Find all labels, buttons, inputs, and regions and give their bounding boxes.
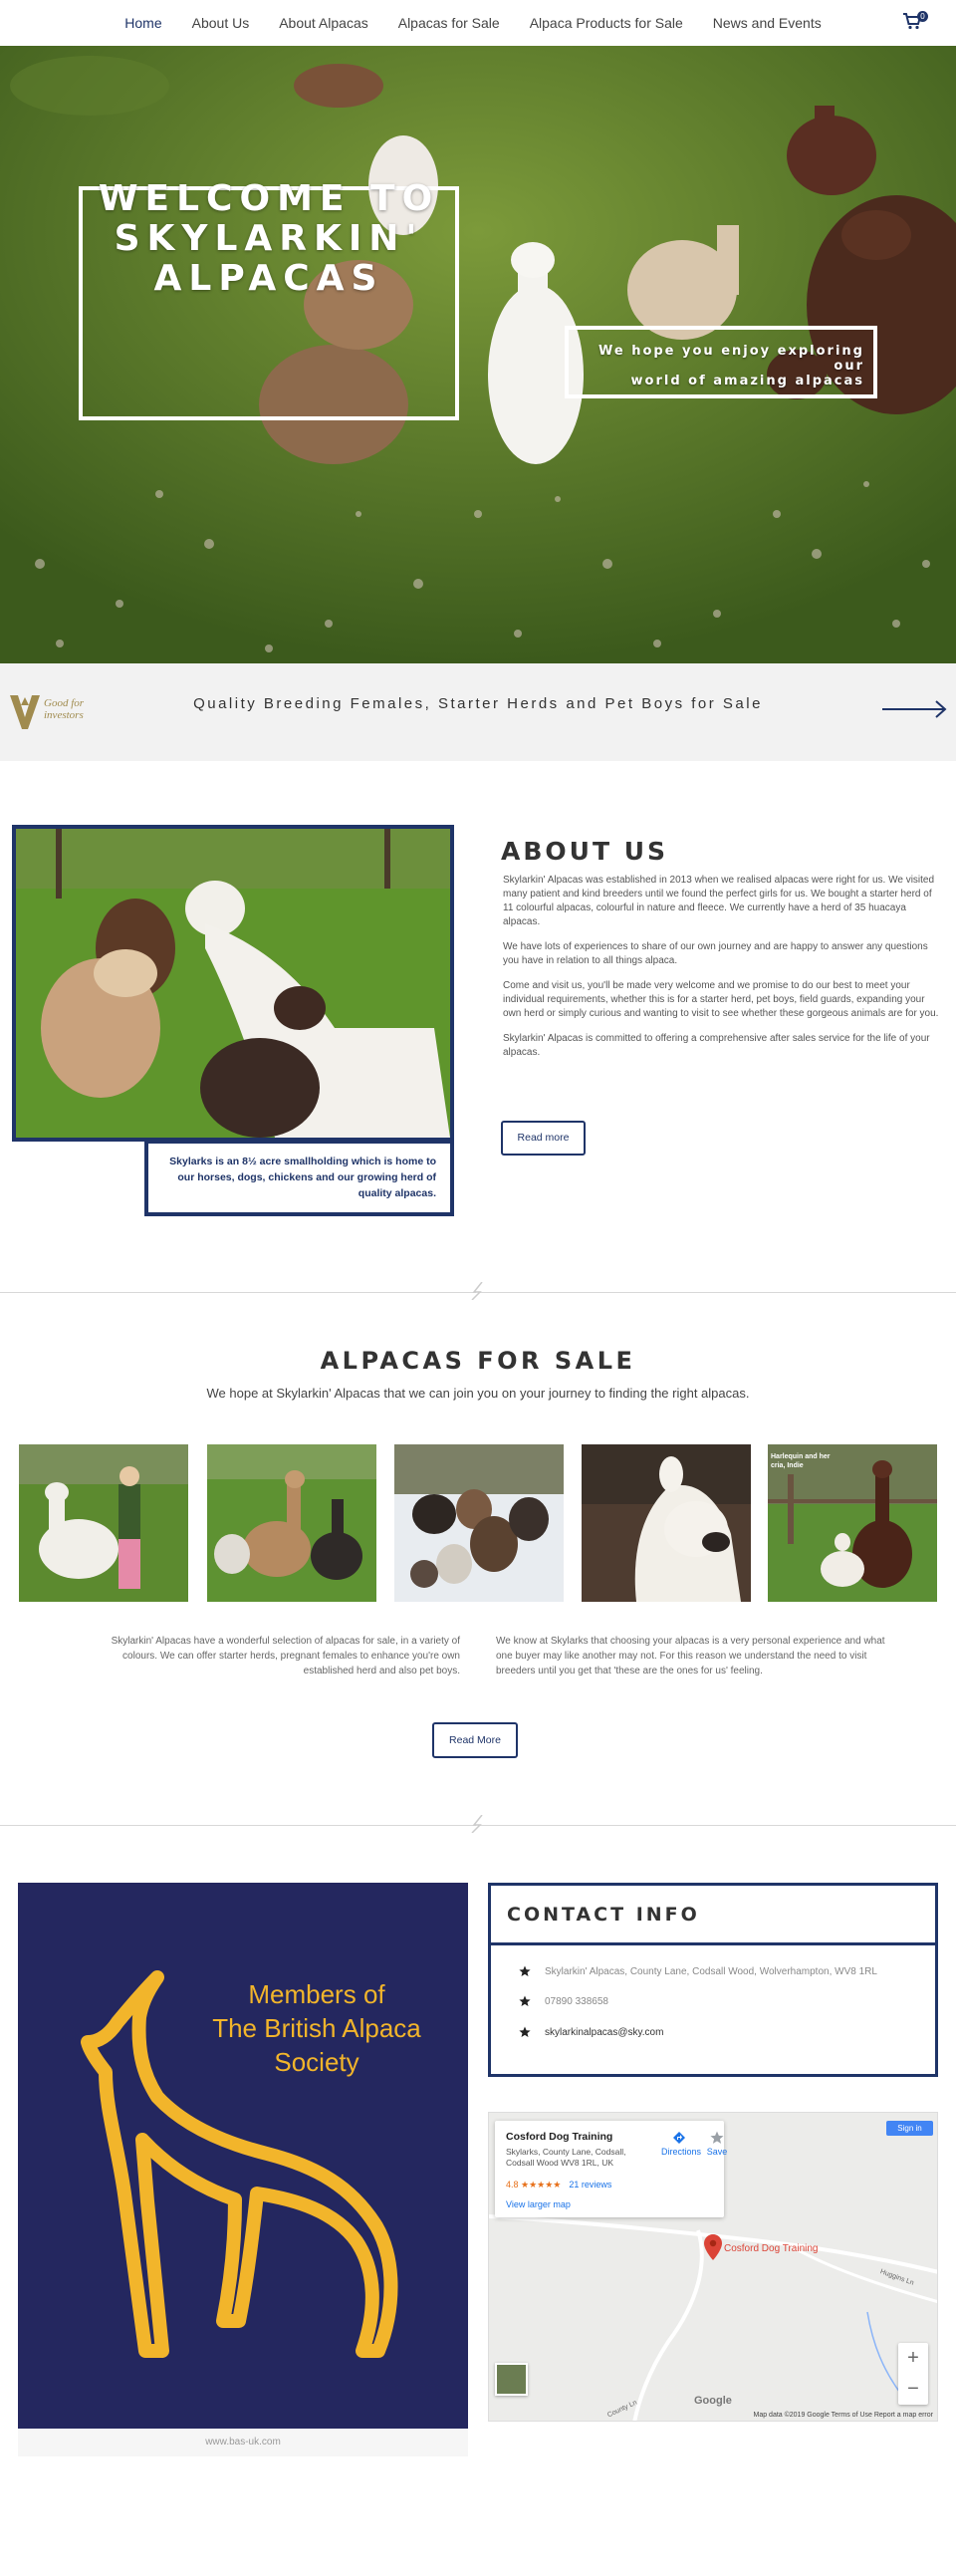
- bas-caption: www.bas-uk.com: [18, 2429, 468, 2456]
- about-body: Skylarkin' Alpacas was established in 20…: [503, 874, 944, 1071]
- about-read-more-button[interactable]: Read more: [501, 1121, 586, 1156]
- contact-phone[interactable]: 07890 338658: [545, 1996, 608, 2007]
- map-place-address: Skylarks, County Lane, Codsall, Codsall …: [506, 2147, 626, 2168]
- map-rating: 4.8 ★★★★★ 21 reviews: [506, 2180, 611, 2190]
- sale-text-right: We know at Skylarks that choosing your a…: [496, 1636, 885, 1676]
- map-rating-stars: 4.8 ★★★★★: [506, 2180, 562, 2190]
- tagline-strip: Good for investors Quality Breeding Fema…: [0, 663, 956, 761]
- sale-thumbnail[interactable]: [394, 1444, 564, 1602]
- arrow-right-icon[interactable]: [882, 699, 948, 719]
- star-icon: [519, 1965, 531, 1976]
- investors-logo-line-1: Good for: [44, 697, 85, 709]
- about-alpacas-photo: [12, 825, 454, 1142]
- divider-mark-icon: [471, 1282, 483, 1300]
- cart-button[interactable]: 0: [902, 11, 928, 34]
- hero-title-line-1: WELCOME TO: [98, 178, 440, 219]
- contact-address-row: Skylarkin' Alpacas, County Lane, Codsall…: [519, 1965, 877, 1977]
- google-logo: Google: [694, 2395, 732, 2407]
- sale-photo-4: [582, 1444, 751, 1602]
- map-signin-button[interactable]: Sign in: [886, 2121, 933, 2136]
- investors-logo: Good for investors: [8, 693, 108, 733]
- sale-thumbnails: Harlequin and her cria, Indie: [19, 1444, 937, 1602]
- sale-photo-1: [19, 1444, 188, 1602]
- investors-logo-text: Good for investors: [44, 697, 84, 721]
- about-title: ABOUT US: [501, 837, 669, 866]
- hero-subtitle-line-2: world of amazing alpacas: [630, 374, 864, 388]
- save-button[interactable]: Save: [705, 2131, 729, 2157]
- nav-links: Home About Us About Alpacas Alpacas for …: [110, 15, 836, 31]
- sale-read-more-button[interactable]: Read More: [432, 1722, 518, 1758]
- map-info-card: Cosford Dog Training Skylarks, County La…: [495, 2121, 727, 2217]
- alpaca-outline-logo: [81, 1970, 398, 2358]
- hero-title-line-2: SKYLARKIN': [114, 218, 424, 259]
- about-paragraph: Skylarkin' Alpacas was established in 20…: [503, 875, 935, 927]
- zoom-in-button[interactable]: +: [898, 2343, 928, 2374]
- directions-icon: [673, 2132, 685, 2144]
- investors-badge-icon: [10, 695, 40, 729]
- star-icon: [519, 2026, 531, 2037]
- nav-home[interactable]: Home: [110, 15, 176, 31]
- bas-text: Members of The British Alpaca Society: [187, 1977, 446, 2079]
- hero-title-line-3: ALPACAS: [153, 258, 384, 299]
- sale-thumbnail[interactable]: [207, 1444, 376, 1602]
- star-outline-icon: [710, 2131, 724, 2144]
- hero-title: WELCOME TO SKYLARKIN' ALPACAS: [79, 179, 459, 299]
- contact-address: Skylarkin' Alpacas, County Lane, Codsall…: [545, 1965, 877, 1977]
- about-photo-image: [16, 829, 450, 1138]
- google-map[interactable]: Cosford Dog Training Skylarks, County La…: [488, 2112, 938, 2422]
- about-paragraph: Come and visit us, you'll be made very w…: [503, 980, 939, 1019]
- cart-count-badge: 0: [917, 11, 928, 22]
- sale-photo-2: [207, 1444, 376, 1602]
- map-place-name: Cosford Dog Training: [506, 2131, 613, 2143]
- nav-alpacas-for-sale[interactable]: Alpacas for Sale: [383, 15, 515, 31]
- contact-header: CONTACT INFO: [488, 1883, 938, 1945]
- nav-about-us[interactable]: About Us: [177, 15, 265, 31]
- bas-text-line-1: Members of: [248, 1979, 385, 2009]
- map-satellite-toggle[interactable]: [495, 2363, 528, 2396]
- hero-subtitle: We hope you enjoy exploring our world of…: [568, 344, 874, 388]
- sale-photo-3: [394, 1444, 564, 1602]
- contact-details: Skylarkin' Alpacas, County Lane, Codsall…: [488, 1945, 938, 2077]
- sale-title: ALPACAS FOR SALE: [320, 1347, 636, 1375]
- bas-text-line-3: Society: [274, 2047, 359, 2077]
- sale-text-left: Skylarkin' Alpacas have a wonderful sele…: [111, 1636, 460, 1676]
- directions-button[interactable]: Directions: [661, 2131, 702, 2157]
- save-label: Save: [706, 2147, 728, 2157]
- map-reviews-link[interactable]: 21 reviews: [569, 2180, 611, 2190]
- tagline-text: Quality Breeding Females, Starter Herds …: [193, 695, 763, 712]
- map-pin-icon: [704, 2234, 722, 2260]
- star-icon: [519, 1995, 531, 2006]
- nav-about-alpacas[interactable]: About Alpacas: [264, 15, 383, 31]
- directions-label: Directions: [661, 2147, 702, 2157]
- sale-thumbnail[interactable]: [19, 1444, 188, 1602]
- divider-mark-icon: [471, 1815, 483, 1833]
- hero-subtitle-line-1: We hope you enjoy exploring our: [598, 344, 864, 374]
- page: Home About Us About Alpacas Alpacas for …: [0, 0, 956, 2576]
- contact-title: CONTACT INFO: [507, 1904, 700, 1926]
- map-pin-label: Cosford Dog Training: [724, 2243, 819, 2254]
- sale-subtitle: We hope at Skylarkin' Alpacas that we ca…: [206, 1386, 750, 1401]
- about-paragraph: Skylarkin' Alpacas is committed to offer…: [503, 1033, 930, 1058]
- bas-membership-image[interactable]: Members of The British Alpaca Society: [18, 1883, 468, 2429]
- sale-thumbnail[interactable]: [582, 1444, 751, 1602]
- top-nav: Home About Us About Alpacas Alpacas for …: [0, 0, 956, 46]
- investors-logo-line-2: investors: [44, 709, 84, 721]
- zoom-out-button[interactable]: −: [898, 2374, 928, 2405]
- contact-email[interactable]: skylarkinalpacas@sky.com: [545, 2027, 663, 2038]
- nav-news-events[interactable]: News and Events: [698, 15, 836, 31]
- thumb-caption: Harlequin and her cria, Indie: [771, 1453, 831, 1469]
- bas-text-line-2: The British Alpaca: [212, 2013, 421, 2043]
- about-caption: Skylarks is an 8½ acre smallholding whic…: [144, 1140, 454, 1216]
- about-paragraph: We have lots of experiences to share of …: [503, 941, 928, 966]
- sale-thumbnail[interactable]: Harlequin and her cria, Indie: [768, 1444, 937, 1602]
- map-zoom-controls: + −: [898, 2343, 928, 2405]
- map-footer[interactable]: Map data ©2019 Google Terms of Use Repor…: [489, 2409, 937, 2421]
- contact-email-row: skylarkinalpacas@sky.com: [519, 2026, 663, 2038]
- contact-phone-row: 07890 338658: [519, 1995, 608, 2007]
- view-larger-map-link[interactable]: View larger map: [506, 2199, 571, 2209]
- nav-alpaca-products[interactable]: Alpaca Products for Sale: [515, 15, 698, 31]
